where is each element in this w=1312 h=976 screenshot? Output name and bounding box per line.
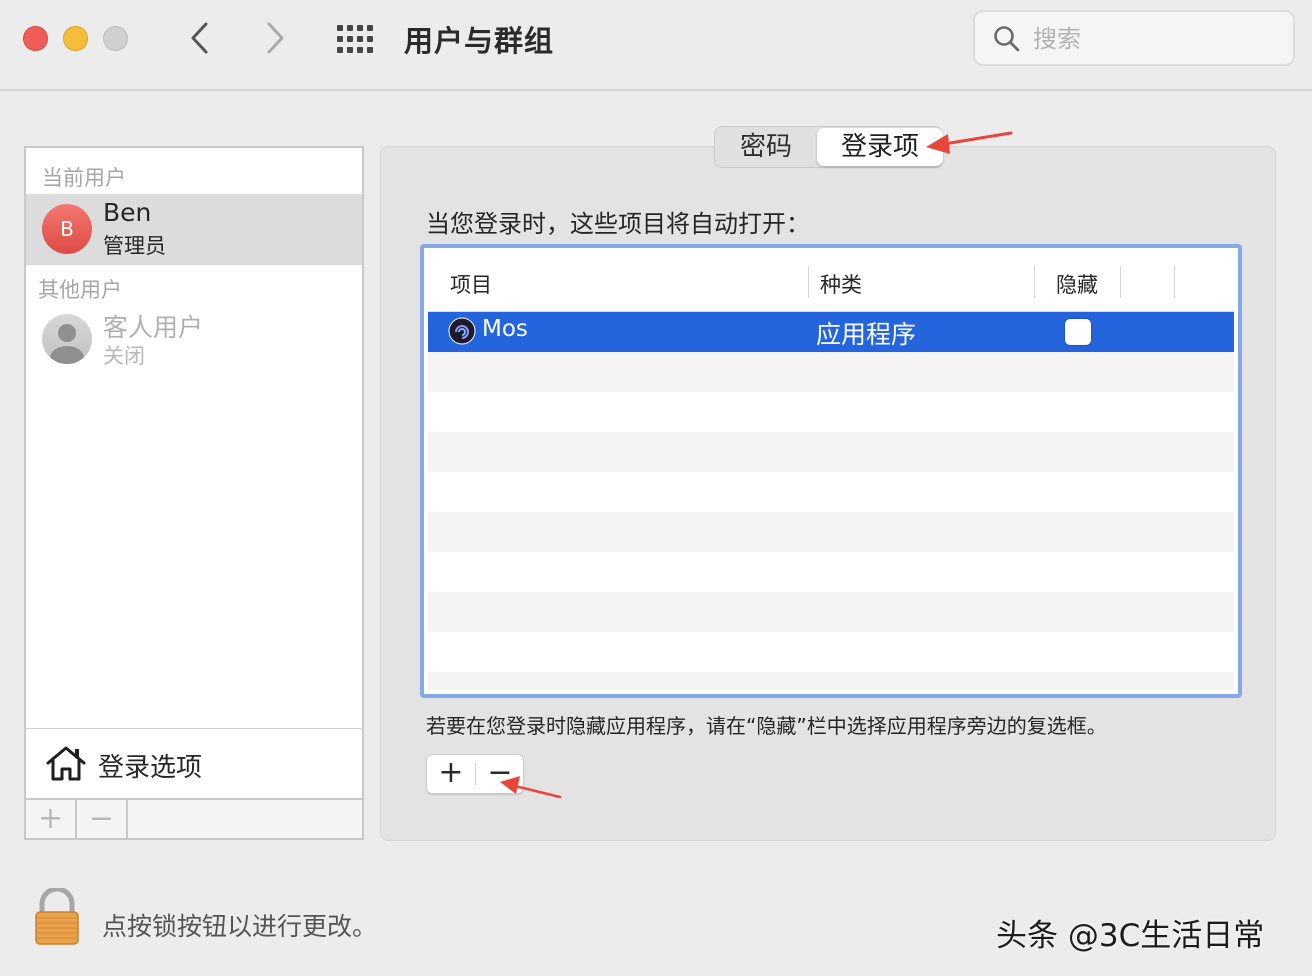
minimize-window-button[interactable] [63, 26, 88, 51]
show-all-button[interactable] [336, 24, 374, 54]
add-login-item-button[interactable]: + [427, 755, 475, 793]
current-users-header: 当前用户 [42, 166, 126, 190]
watermark: 头条 @3C生活日常 [996, 918, 1265, 954]
mos-app-icon [448, 317, 476, 345]
column-header-item[interactable]: 项目 [450, 269, 492, 299]
login-options-button[interactable]: 登录选项 [26, 728, 362, 798]
title-bar: 用户与群组 [0, 0, 1312, 91]
search-icon [994, 26, 1020, 52]
item-name: Mos [482, 316, 528, 342]
user-row-guest[interactable]: 客人用户 关闭 [26, 304, 362, 374]
empty-row [428, 672, 1234, 690]
login-items-table: 项目 种类 隐藏 Mos 应用程序 [420, 244, 1242, 698]
column-divider [808, 266, 809, 298]
user-name: 客人用户 [103, 313, 204, 342]
forward-button[interactable] [258, 18, 292, 58]
column-divider [1174, 266, 1175, 298]
empty-row [428, 472, 1234, 512]
empty-row [428, 592, 1234, 632]
table-row[interactable]: Mos 应用程序 [428, 312, 1234, 352]
login-items-intro: 当您登录时，这些项目将自动打开： [426, 210, 810, 238]
empty-row [428, 632, 1234, 672]
users-add-remove-bar: + − [26, 798, 362, 838]
remove-user-button[interactable]: − [77, 800, 128, 838]
other-users-header: 其他用户 [38, 278, 122, 302]
back-button[interactable] [185, 18, 219, 58]
search-input[interactable] [1033, 22, 1283, 56]
tab-login-items[interactable]: 登录项 [817, 128, 943, 166]
empty-row [428, 432, 1234, 472]
table-header: 项目 种类 隐藏 [428, 252, 1234, 312]
user-row-ben[interactable]: B Ben 管理员 [26, 194, 362, 264]
hide-hint-text: 若要在您登录时隐藏应用程序，请在“隐藏”栏中选择应用程序旁边的复选框。 [426, 714, 1107, 738]
lock-button[interactable] [32, 886, 82, 950]
empty-row [428, 352, 1234, 392]
house-icon [46, 746, 86, 781]
add-user-button[interactable]: + [26, 800, 77, 838]
close-window-button[interactable] [23, 26, 48, 51]
remove-login-item-button[interactable]: − [476, 755, 524, 793]
chevron-left-icon [191, 22, 208, 54]
login-options-label: 登录选项 [98, 753, 203, 783]
column-header-hide[interactable]: 隐藏 [1056, 269, 1098, 299]
empty-row [428, 392, 1234, 432]
users-list-panel: 当前用户 B Ben 管理员 其他用户 客人用户 关闭 登录选项 + − [24, 146, 364, 840]
user-name: Ben [103, 198, 152, 227]
empty-row [428, 552, 1234, 592]
avatar: B [42, 204, 92, 254]
chevron-right-icon [267, 22, 284, 54]
item-kind: 应用程序 [816, 320, 917, 349]
user-role: 管理员 [103, 234, 166, 258]
column-divider [1034, 266, 1035, 298]
hide-checkbox[interactable] [1064, 318, 1092, 346]
lock-icon [35, 886, 79, 945]
column-header-kind[interactable]: 种类 [820, 269, 862, 299]
empty-row [428, 512, 1234, 552]
tab-control: 密码 登录项 [714, 126, 943, 168]
search-field[interactable] [973, 10, 1295, 66]
user-status: 关闭 [103, 344, 145, 368]
grid-icon [337, 25, 373, 53]
column-divider [1120, 266, 1121, 298]
divider [26, 264, 362, 265]
lock-hint-text: 点按锁按钮以进行更改。 [102, 912, 378, 941]
zoom-window-button[interactable] [103, 26, 128, 51]
login-items-add-remove: + − [426, 754, 524, 794]
window-title: 用户与群组 [404, 24, 555, 58]
tab-password[interactable]: 密码 [715, 127, 817, 167]
guest-avatar-icon [42, 314, 92, 364]
